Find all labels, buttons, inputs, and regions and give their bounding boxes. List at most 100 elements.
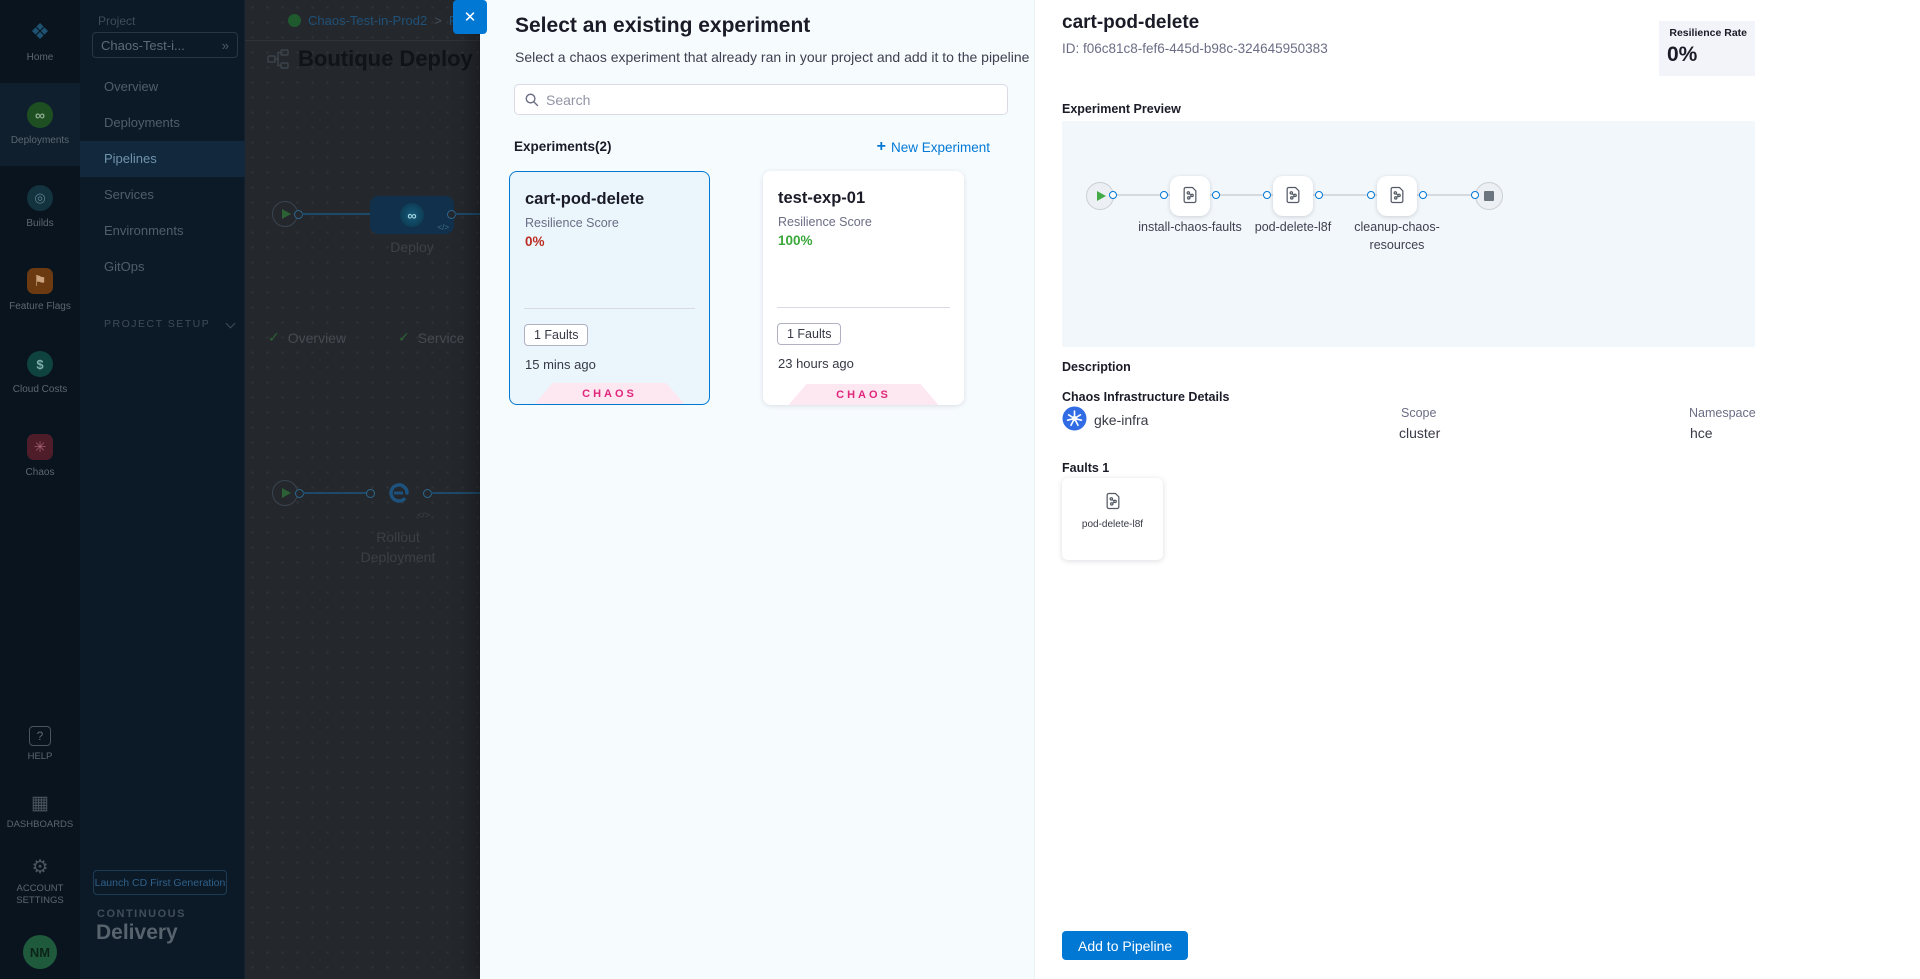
fault-name: pod-delete-l8f xyxy=(1062,519,1163,530)
scope-value: cluster xyxy=(1399,425,1440,441)
step-node-pod-delete-l8f[interactable] xyxy=(1273,176,1313,216)
project-setup-toggle[interactable]: PROJECT SETUP xyxy=(104,318,224,330)
stage-label: Deploy xyxy=(370,239,454,255)
experiment-card-test-exp-01[interactable]: test-exp-01 Resilience Score 100% 1 Faul… xyxy=(763,171,964,405)
connector-dot xyxy=(1109,191,1117,199)
add-to-pipeline-button[interactable]: Add to Pipeline xyxy=(1062,931,1188,960)
user-avatar[interactable]: NM xyxy=(23,935,57,969)
new-experiment-label: New Experiment xyxy=(891,140,990,155)
faults-badge: 1 Faults xyxy=(777,323,841,345)
experiment-name: test-exp-01 xyxy=(778,189,949,208)
home-icon: ❖ xyxy=(27,19,53,45)
experiment-select-panel: Select an existing experiment Select a c… xyxy=(480,0,1035,979)
nav-item-gitops[interactable]: GitOps xyxy=(80,249,245,285)
preview-end-node xyxy=(1475,182,1503,210)
sidebar-item-dashboards[interactable]: ▦ DASHBOARDS xyxy=(0,794,80,831)
rollout-deployment-icon[interactable] xyxy=(385,479,413,507)
tab-service[interactable]: ✓ Service xyxy=(398,329,464,346)
help-icon: ? xyxy=(29,726,51,746)
project-nav-list: Overview Deployments Pipelines Services … xyxy=(80,69,245,285)
gear-icon: ⚙ xyxy=(31,858,48,878)
card-divider xyxy=(777,307,950,308)
play-icon xyxy=(282,488,291,498)
project-selector[interactable]: Chaos-Test-i... » xyxy=(92,32,238,58)
connector-dot xyxy=(1315,191,1323,199)
tab-overview[interactable]: ✓ Overview xyxy=(268,329,346,346)
card-divider xyxy=(524,308,695,309)
chaos-icon: ✳ xyxy=(27,434,53,460)
nav-item-deployments[interactable]: Deployments xyxy=(80,105,245,141)
nav-item-services[interactable]: Services xyxy=(80,177,245,213)
connector-dot xyxy=(1160,191,1168,199)
connector-dot xyxy=(1419,191,1427,199)
step-label: install-chaos-faults xyxy=(1135,219,1245,237)
chaos-brand-ribbon: CHAOS xyxy=(535,383,685,404)
connector-dot xyxy=(366,489,375,498)
cloud-costs-icon: $ xyxy=(27,351,53,377)
experiment-detail-title: cart-pod-delete xyxy=(1062,12,1199,34)
modal-subtitle: Select a chaos experiment that already r… xyxy=(515,49,1029,65)
code-tag: </> xyxy=(437,223,449,232)
sidebar-item-label: Deployments xyxy=(9,135,71,147)
resilience-score-value: 0% xyxy=(525,234,694,249)
breadcrumb-separator: > xyxy=(434,13,442,28)
sidebar-item-account-settings[interactable]: ⚙ ACCOUNT SETTINGS xyxy=(0,858,80,907)
resilience-rate-label: Resilience Rate xyxy=(1667,27,1747,39)
play-icon xyxy=(282,209,291,219)
new-experiment-link[interactable]: + New Experiment xyxy=(877,138,990,156)
rollout-label-line2: Deployment xyxy=(348,548,448,568)
step-label: cleanup-chaos-resources xyxy=(1342,219,1452,254)
breadcrumb-project-link[interactable]: Chaos-Test-in-Prod2 xyxy=(308,13,427,28)
infra-name: gke-infra xyxy=(1094,412,1148,428)
close-icon: ✕ xyxy=(464,8,477,26)
sidebar-item-deployments[interactable]: ∞ Deployments xyxy=(0,83,80,166)
project-selector-value: Chaos-Test-i... xyxy=(101,38,222,53)
connector-line xyxy=(431,492,480,494)
fault-card-pod-delete-l8f[interactable]: pod-delete-l8f xyxy=(1062,478,1163,560)
sidebar-item-label: Chaos xyxy=(24,467,57,479)
stage-node-deploy[interactable]: ∞ </> xyxy=(370,196,454,234)
dashboards-icon: ▦ xyxy=(31,794,49,814)
resilience-score-value: 100% xyxy=(778,233,949,248)
project-setup-label: PROJECT SETUP xyxy=(104,318,210,330)
resilience-rate-value: 0% xyxy=(1667,43,1747,67)
project-label: Project xyxy=(98,14,135,28)
sidebar-item-feature-flags[interactable]: ⚑ Feature Flags xyxy=(0,249,80,332)
nav-item-pipelines[interactable]: Pipelines xyxy=(80,141,245,177)
experiment-detail-panel: cart-pod-delete ID: f06c81c8-fef6-445d-b… xyxy=(1035,0,1920,979)
connector-dot xyxy=(1471,191,1479,199)
tab-label: Overview xyxy=(288,330,346,346)
infra-details-label: Chaos Infrastructure Details xyxy=(1062,390,1229,404)
sidebar-item-chaos[interactable]: ✳ Chaos xyxy=(0,415,80,498)
close-button[interactable]: ✕ xyxy=(453,0,487,34)
experiment-step-icon xyxy=(1387,185,1407,205)
connector-dot xyxy=(1263,191,1271,199)
project-sidebar: Project Chaos-Test-i... » Overview Deplo… xyxy=(80,0,245,979)
sidebar-item-builds[interactable]: ◎ Builds xyxy=(0,166,80,249)
rollout-label-line1: Rollout xyxy=(348,528,448,548)
search-input[interactable] xyxy=(546,92,998,108)
step-node-install-chaos-faults[interactable] xyxy=(1170,176,1210,216)
launch-cd-first-gen-button[interactable]: Launch CD First Generation xyxy=(93,870,227,895)
rollout-step-label: Rollout Deployment xyxy=(348,528,448,567)
sidebar-item-home[interactable]: ❖ Home xyxy=(0,0,80,83)
module-sidebar: ❖ Home ∞ Deployments ◎ Builds ⚑ Feature … xyxy=(0,0,80,979)
experiment-preview-label: Experiment Preview xyxy=(1062,102,1181,116)
project-status-icon xyxy=(288,14,301,27)
kubernetes-icon xyxy=(1062,406,1087,431)
sidebar-item-label: Builds xyxy=(24,218,55,230)
step-label: pod-delete-l8f xyxy=(1238,219,1348,237)
sidebar-item-label: Feature Flags xyxy=(7,301,73,313)
sidebar-item-help[interactable]: ? HELP xyxy=(0,726,80,763)
pipeline-title: Boutique Deploy xyxy=(298,46,473,72)
chevron-double-right-icon: » xyxy=(222,38,229,53)
step-node-cleanup-chaos-resources[interactable] xyxy=(1377,176,1417,216)
code-tag: </> xyxy=(417,510,430,520)
sidebar-item-cloud-costs[interactable]: $ Cloud Costs xyxy=(0,332,80,415)
nav-item-environments[interactable]: Environments xyxy=(80,213,245,249)
last-updated: 23 hours ago xyxy=(778,356,854,371)
nav-item-overview[interactable]: Overview xyxy=(80,69,245,105)
experiment-card-cart-pod-delete[interactable]: cart-pod-delete Resilience Score 0% 1 Fa… xyxy=(509,171,710,405)
connector-line xyxy=(302,213,370,215)
app-root: ❖ Home ∞ Deployments ◎ Builds ⚑ Feature … xyxy=(0,0,1920,979)
